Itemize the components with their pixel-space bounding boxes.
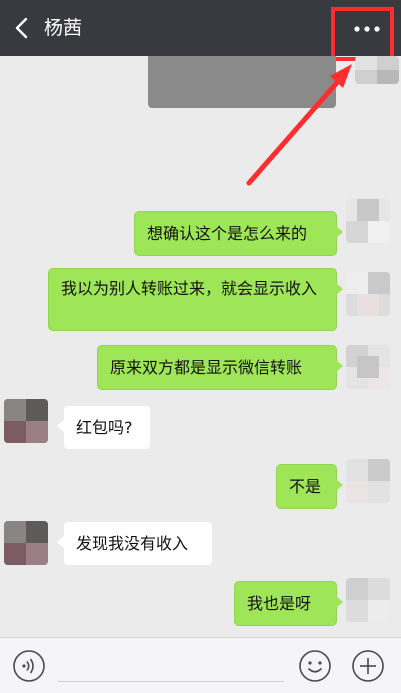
chevron-left-icon[interactable] (12, 16, 32, 40)
message-bubble-right: 想确认这个是怎么来的 (134, 211, 343, 256)
shared-image-message[interactable] (148, 56, 336, 108)
plus-icon[interactable] (351, 649, 385, 683)
annotation-highlight-box (331, 7, 394, 61)
my-avatar[interactable] (355, 56, 399, 84)
message-bubble-left: 红包吗? (57, 405, 151, 450)
my-avatar[interactable] (346, 459, 390, 503)
message-bubble-right: 我以为别人转账过来，就会显示收入 (48, 268, 343, 331)
message-bubble-left: 发现我没有收入 (57, 521, 213, 566)
my-avatar[interactable] (346, 272, 390, 316)
message-bubble-right: 不是 (276, 464, 343, 509)
contact-avatar[interactable] (4, 399, 48, 443)
input-bar (0, 637, 401, 693)
contact-avatar[interactable] (4, 521, 48, 565)
my-avatar[interactable] (346, 578, 390, 622)
my-avatar[interactable] (346, 199, 390, 243)
emoji-icon[interactable] (298, 649, 332, 683)
message-bubble-right: 我也是呀 (234, 581, 343, 626)
my-avatar[interactable] (346, 345, 390, 389)
chat-title: 杨茜 (44, 17, 83, 39)
voice-icon[interactable] (12, 649, 46, 683)
message-input[interactable] (58, 681, 284, 682)
message-bubble-right: 原来双方都是显示微信转账 (97, 345, 343, 390)
